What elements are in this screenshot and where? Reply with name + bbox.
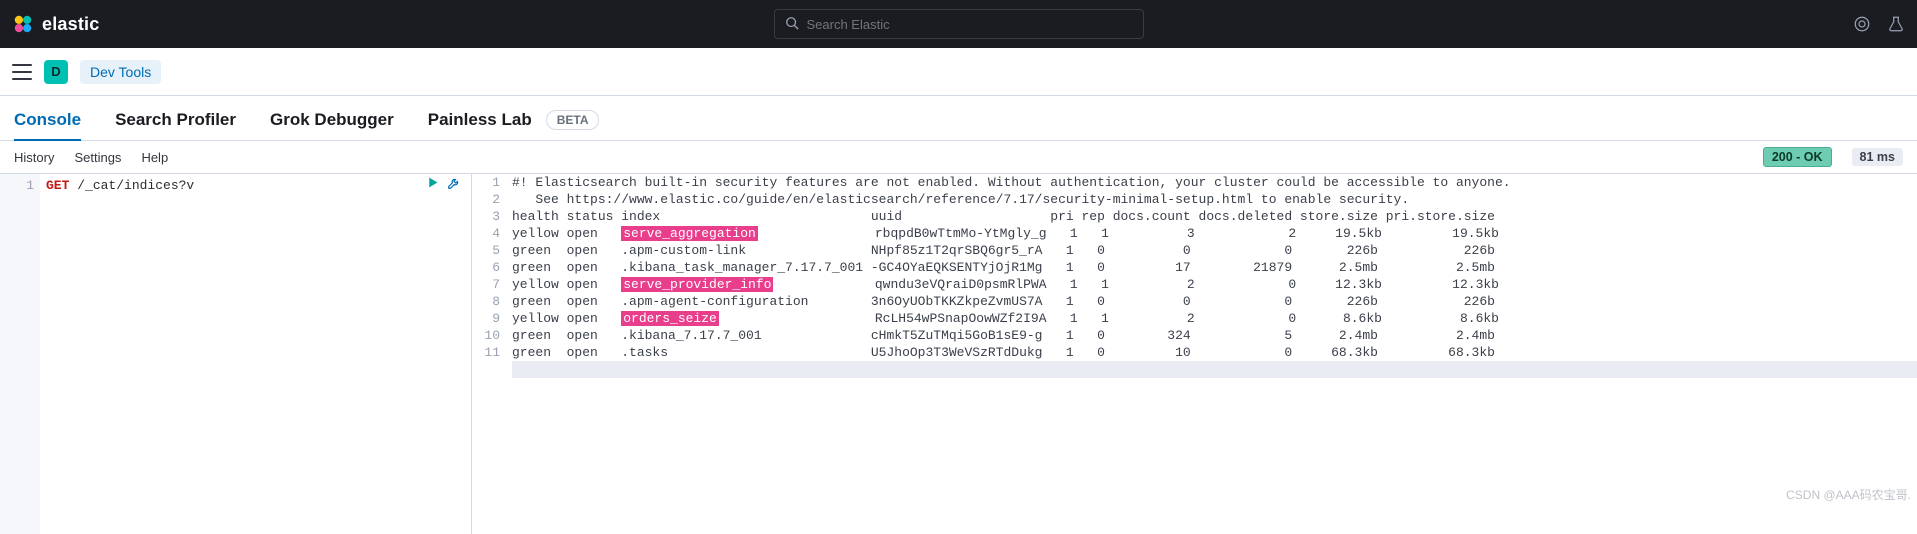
request-method: GET xyxy=(46,178,69,193)
res-line-no: 1 xyxy=(472,174,500,191)
response-viewer[interactable]: 1234567891011 #! Elasticsearch built-in … xyxy=(472,174,1917,534)
elastic-logo-icon xyxy=(12,13,34,35)
response-gutter: 1234567891011 xyxy=(472,174,506,361)
request-gutter: 1 xyxy=(0,174,40,534)
nav-toggle-icon[interactable] xyxy=(12,64,32,80)
header-right xyxy=(1853,15,1905,33)
request-editor[interactable]: 1 GET /_cat/indices?v xyxy=(0,174,472,534)
req-line-no: 1 xyxy=(0,176,34,196)
breadcrumb-devtools[interactable]: Dev Tools xyxy=(80,60,161,84)
settings-link[interactable]: Settings xyxy=(74,150,121,165)
watermark-text: CSDN @AAA码农宝哥. xyxy=(1786,486,1911,503)
app-bar: D Dev Tools xyxy=(0,48,1917,96)
response-line: green open .kibana_7.17.7_001 cHmkT5ZuTM… xyxy=(512,327,1917,344)
tab-painless-lab[interactable]: Painless Lab xyxy=(428,110,532,140)
res-line-no: 3 xyxy=(472,208,500,225)
newsfeed-icon[interactable] xyxy=(1853,15,1871,33)
response-line: yellow open serve_aggregation rbqpdB0wTt… xyxy=(512,225,1917,242)
brand-logo[interactable]: elastic xyxy=(12,13,99,35)
res-line-no: 2 xyxy=(472,191,500,208)
response-status-badge: 200 - OK xyxy=(1763,147,1832,167)
console-toolbar: History Settings Help 200 - OK 81 ms xyxy=(0,141,1917,174)
res-line-no: 8 xyxy=(472,293,500,310)
res-line-no: 7 xyxy=(472,276,500,293)
devtools-tabs: Console Search Profiler Grok Debugger Pa… xyxy=(0,96,1917,141)
wrench-icon[interactable] xyxy=(447,176,461,197)
response-line: health status index uuid pri rep docs.co… xyxy=(512,208,1917,225)
search-icon xyxy=(785,16,799,33)
res-line-no: 10 xyxy=(472,327,500,344)
global-search-input[interactable] xyxy=(807,17,1133,32)
global-search[interactable] xyxy=(774,9,1144,39)
brand-text: elastic xyxy=(42,14,99,35)
request-actions xyxy=(426,176,461,197)
response-line: #! Elasticsearch built-in security featu… xyxy=(512,174,1917,191)
response-line: green open .apm-custom-link NHpf85z1T2qr… xyxy=(512,242,1917,259)
request-path: /_cat/indices?v xyxy=(77,178,194,193)
response-body: #! Elasticsearch built-in security featu… xyxy=(472,174,1917,378)
console-editors: 1 GET /_cat/indices?v 1234567891011 #! E… xyxy=(0,174,1917,534)
res-line-no: 6 xyxy=(472,259,500,276)
response-line: yellow open serve_provider_info qwndu3eV… xyxy=(512,276,1917,293)
tab-console[interactable]: Console xyxy=(14,110,81,140)
tab-search-profiler[interactable]: Search Profiler xyxy=(115,110,236,140)
response-line: yellow open orders_seize RcLH54wPSnapOow… xyxy=(512,310,1917,327)
global-header: elastic xyxy=(0,0,1917,48)
labs-icon[interactable] xyxy=(1887,15,1905,33)
beta-badge: BETA xyxy=(546,110,600,130)
res-line-no: 9 xyxy=(472,310,500,327)
res-line-no: 4 xyxy=(472,225,500,242)
response-line xyxy=(512,361,1917,378)
history-link[interactable]: History xyxy=(14,150,54,165)
play-icon[interactable] xyxy=(426,176,439,197)
response-time-badge: 81 ms xyxy=(1852,148,1903,166)
tab-grok-debugger[interactable]: Grok Debugger xyxy=(270,110,394,140)
help-link[interactable]: Help xyxy=(141,150,168,165)
res-line-no: 11 xyxy=(472,344,500,361)
response-line: See https://www.elastic.co/guide/en/elas… xyxy=(512,191,1917,208)
response-line: green open .tasks U5JhoOp3T3WeVSzRTdDukg… xyxy=(512,344,1917,361)
response-line: green open .apm-agent-configuration 3n6O… xyxy=(512,293,1917,310)
response-line: green open .kibana_task_manager_7.17.7_0… xyxy=(512,259,1917,276)
res-line-no: 5 xyxy=(472,242,500,259)
space-avatar[interactable]: D xyxy=(44,60,68,84)
request-body[interactable]: GET /_cat/indices?v xyxy=(0,174,471,196)
